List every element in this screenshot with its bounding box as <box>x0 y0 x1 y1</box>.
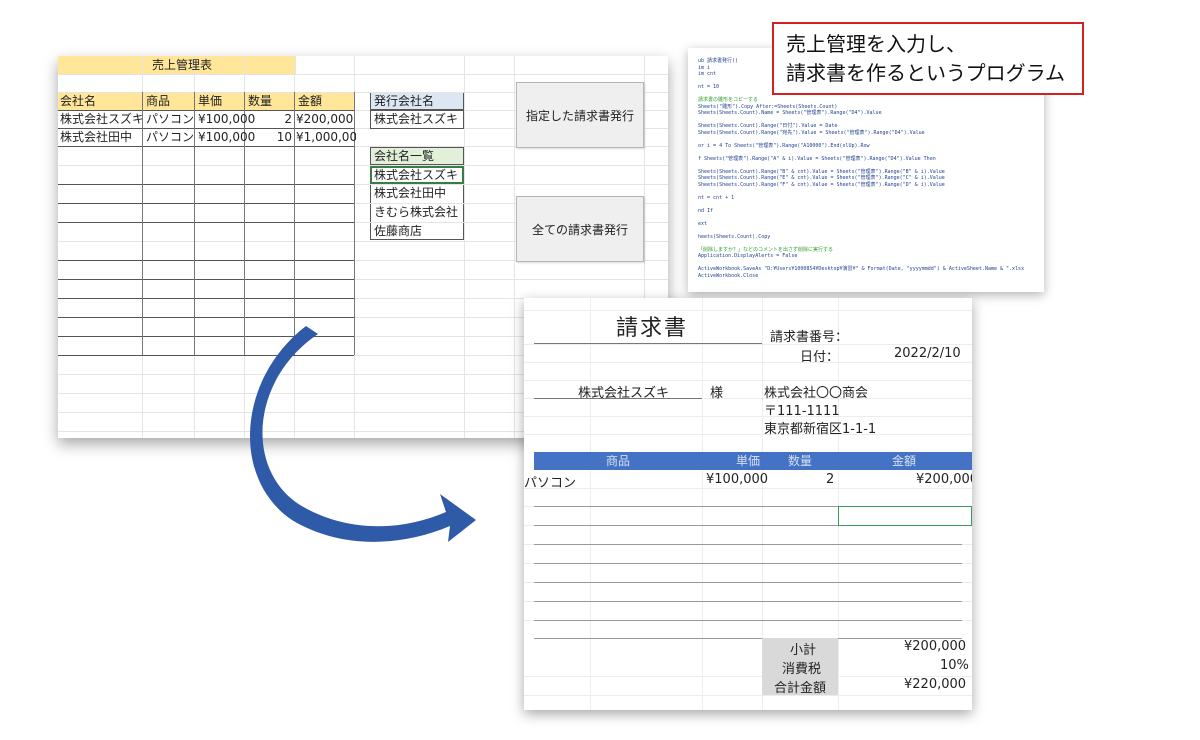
curved-arrow-icon <box>250 326 476 542</box>
